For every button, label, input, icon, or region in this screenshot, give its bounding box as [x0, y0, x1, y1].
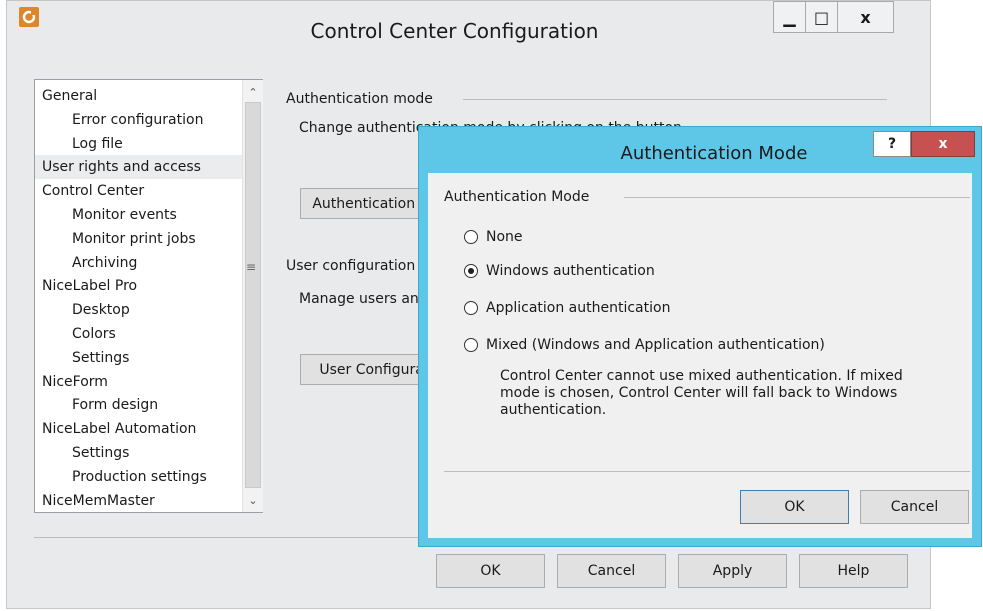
- scroll-down-icon[interactable]: ⌄: [243, 490, 263, 510]
- tree-item[interactable]: Log file: [35, 132, 123, 156]
- tree-item[interactable]: Archiving: [35, 251, 137, 275]
- authentication-mode-dialog: Authentication Mode ? x Authentication M…: [418, 126, 982, 547]
- tree-item[interactable]: NiceForm: [35, 370, 108, 394]
- tree-item[interactable]: Control Center: [35, 179, 144, 203]
- scroll-thumb[interactable]: [245, 102, 261, 488]
- radio-application-label: Application authentication: [486, 300, 671, 316]
- tree-scrollbar[interactable]: ⌃ ≡ ⌄: [242, 80, 263, 512]
- dialog-body: Authentication Mode None Windows authent…: [428, 173, 972, 538]
- dialog-close-button[interactable]: x: [911, 131, 975, 157]
- help-button[interactable]: Help: [799, 554, 908, 588]
- tree-item[interactable]: General: [35, 84, 97, 108]
- dialog-group-line: [624, 197, 970, 198]
- mixed-mode-note: Control Center cannot use mixed authenti…: [500, 368, 903, 418]
- dialog-ok-button[interactable]: OK: [740, 490, 849, 524]
- tree-item[interactable]: Production settings: [35, 465, 207, 489]
- tree-item[interactable]: NiceMemMaster: [35, 489, 155, 513]
- radio-windows-authentication[interactable]: Windows authentication: [464, 263, 655, 279]
- settings-tree[interactable]: General Error configuration Log file User r…: [34, 79, 263, 513]
- radio-none-circle[interactable]: [464, 230, 478, 244]
- cancel-button[interactable]: Cancel: [557, 554, 666, 588]
- dialog-help-button[interactable]: ?: [873, 131, 911, 157]
- auth-section-line: [463, 99, 887, 100]
- minimize-button[interactable]: ▁: [773, 1, 806, 33]
- main-titlebar: Control Center Configuration ▁ □ x: [7, 1, 930, 59]
- tree-item[interactable]: Settings: [35, 346, 129, 370]
- tree-item[interactable]: Monitor print jobs: [35, 227, 196, 251]
- tree-item[interactable]: NiceLabel Pro: [35, 274, 137, 298]
- radio-application-authentication[interactable]: Application authentication: [464, 300, 670, 316]
- scroll-grip-icon: ≡: [245, 260, 257, 274]
- radio-none[interactable]: None: [464, 229, 523, 245]
- tree-item[interactable]: Form design: [35, 393, 158, 417]
- tree-item[interactable]: User rights and access: [35, 155, 244, 180]
- radio-mixed-label: Mixed (Windows and Application authentic…: [486, 337, 825, 353]
- radio-mixed-circle[interactable]: [464, 338, 478, 352]
- radio-windows-label: Windows authentication: [486, 263, 655, 279]
- ok-button[interactable]: OK: [436, 554, 545, 588]
- tree-item[interactable]: Monitor events: [35, 203, 177, 227]
- scroll-up-icon[interactable]: ⌃: [243, 82, 263, 102]
- maximize-button[interactable]: □: [805, 1, 838, 33]
- radio-application-circle[interactable]: [464, 301, 478, 315]
- dialog-group-label: Authentication Mode: [444, 189, 590, 205]
- auth-section-label: Authentication mode: [286, 91, 433, 107]
- dialog-divider: [444, 471, 970, 472]
- close-button[interactable]: x: [837, 1, 894, 33]
- radio-mixed-authentication[interactable]: Mixed (Windows and Application authentic…: [464, 337, 825, 353]
- radio-none-label: None: [486, 229, 523, 245]
- window-title: Control Center Configuration: [310, 19, 599, 43]
- tree-item[interactable]: Error configuration: [35, 108, 203, 132]
- tree-item[interactable]: Colors: [35, 322, 116, 346]
- tree-item[interactable]: Settings: [35, 441, 129, 465]
- user-section-label: User configuration: [286, 258, 416, 274]
- tree-item[interactable]: Desktop: [35, 298, 130, 322]
- tree-item[interactable]: NiceLabel Automation: [35, 417, 196, 441]
- radio-windows-circle[interactable]: [464, 264, 478, 278]
- dialog-cancel-button[interactable]: Cancel: [860, 490, 969, 524]
- apply-button[interactable]: Apply: [678, 554, 787, 588]
